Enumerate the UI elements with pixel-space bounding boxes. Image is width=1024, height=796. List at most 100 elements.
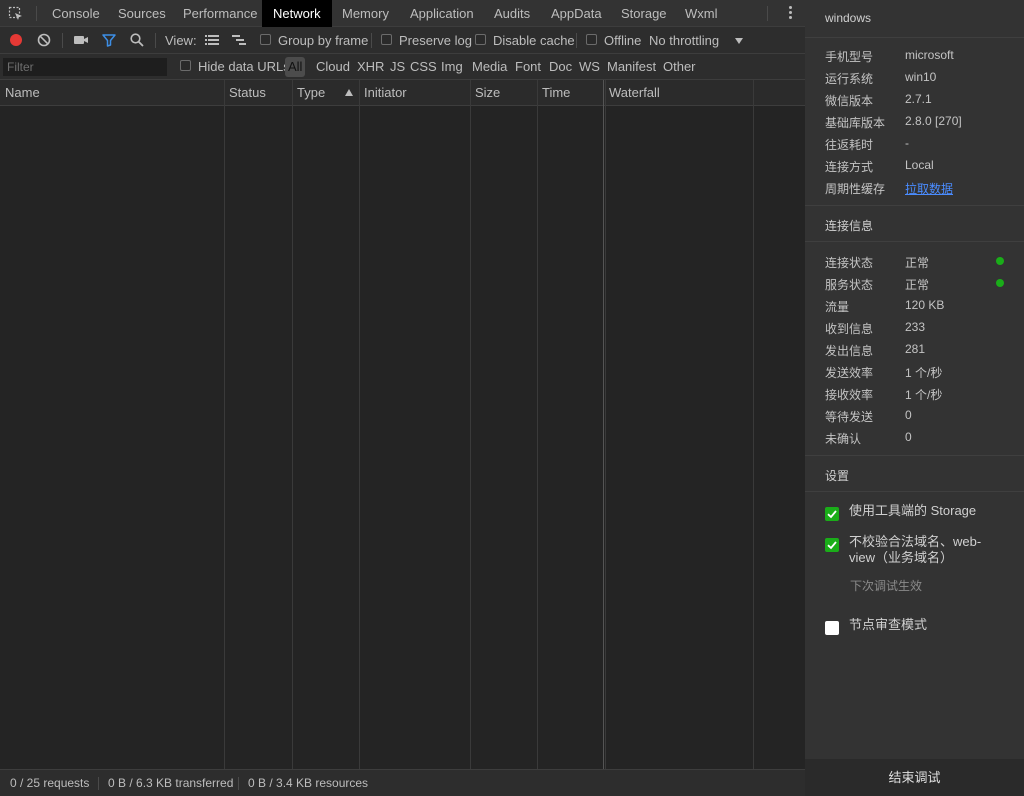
group-by-frame-label: Group by frame [278,33,369,48]
column-divider[interactable] [537,80,538,769]
transferred-size: 0 B / 6.3 KB transferred [108,776,234,790]
clear-icon[interactable] [36,32,52,48]
column-size[interactable]: Size [470,80,500,106]
tab-sources[interactable]: Sources [107,0,177,27]
disable-cache-checkbox[interactable] [475,34,486,45]
offline-label: Offline [604,33,642,48]
tab-wxml[interactable]: Wxml [674,0,729,27]
search-icon[interactable] [129,32,145,48]
tab-console[interactable]: Console [41,0,111,27]
device-info-key: 连接方式 [825,160,874,174]
filter-type-js[interactable]: JS [390,54,405,80]
device-info-key: 周期性缓存 [825,182,886,196]
device-info-key: 运行系统 [825,72,874,86]
panel-divider [805,455,1024,456]
tabbar-separator [36,6,37,21]
throttling-select[interactable]: No throttling [649,27,719,54]
group-by-frame-checkbox[interactable] [260,34,271,45]
column-divider[interactable] [292,80,293,769]
column-name[interactable]: Name [0,80,40,106]
filter-type-other[interactable]: Other [663,54,696,80]
column-divider[interactable] [603,80,604,769]
inspect-element-icon[interactable] [8,6,24,22]
offline-checkbox[interactable] [586,34,597,45]
status-ok-dot [996,257,1004,265]
screenshot-camera-icon[interactable] [73,32,89,48]
use-tool-storage-checkbox[interactable] [825,507,839,521]
filter-type-cloud[interactable]: Cloud [316,54,350,80]
conn-info-value: 233 [905,320,926,334]
filter-type-css[interactable]: CSS [410,54,437,80]
column-time[interactable]: Time [537,80,570,106]
tab-appdata[interactable]: AppData [540,0,613,27]
column-divider[interactable] [224,80,225,769]
filter-type-font[interactable]: Font [515,54,541,80]
status-ok-dot [996,279,1004,287]
column-divider[interactable] [470,80,471,769]
device-info-value: microsoft [905,48,954,62]
column-divider[interactable] [359,80,360,769]
sort-ascending-icon [345,89,353,96]
hide-data-urls-checkbox[interactable] [180,60,191,71]
chevron-down-icon[interactable] [735,38,743,44]
preserve-log-label: Preserve log [399,33,472,48]
status-separator [98,777,99,790]
tab-performance[interactable]: Performance [172,0,268,27]
filter-type-img[interactable]: Img [441,54,463,80]
filter-icon[interactable] [101,32,117,48]
network-toolbar: View: Group by frame Preserve log Disabl… [0,27,805,54]
end-debug-button[interactable]: 结束调试 [805,759,1024,796]
devtools-tabbar: Console Sources Performance Network Memo… [0,0,805,27]
view-label: View: [165,33,197,48]
skip-domain-check-label-line2: view（业务域名） [849,550,954,565]
panel-divider [805,241,1024,242]
resources-size: 0 B / 3.4 KB resources [248,776,369,790]
preserve-log-checkbox[interactable] [381,34,392,45]
filter-type-all[interactable]: All [285,57,306,77]
more-options-icon[interactable] [789,6,793,21]
column-divider[interactable] [605,80,606,769]
filter-type-doc[interactable]: Doc [549,54,572,80]
skip-domain-check-checkbox[interactable] [825,538,839,552]
conn-info-value: 281 [905,342,926,356]
conn-info-value: 正常 [905,256,930,270]
conn-info-key: 等待发送 [825,410,874,424]
column-type[interactable]: Type [292,80,325,106]
device-info-value: 2.8.0 [270] [905,114,962,128]
fetch-data-link[interactable]: 拉取数据 [905,180,953,197]
column-initiator[interactable]: Initiator [359,80,407,106]
tab-storage[interactable]: Storage [610,0,678,27]
conn-info-key: 连接状态 [825,256,874,270]
remote-debug-panel: windows 手机型号 microsoft 运行系统 win10 微信版本 2… [805,0,1024,796]
device-info-key: 微信版本 [825,94,874,108]
column-waterfall[interactable]: Waterfall [604,80,660,106]
node-review-mode-checkbox[interactable] [825,621,839,635]
use-tool-storage-label: 使用工具端的 Storage [849,503,977,518]
device-info-value: win10 [905,70,937,84]
overview-icon[interactable] [231,32,247,48]
column-status[interactable]: Status [224,80,266,106]
panel-divider [805,37,1024,38]
conn-info-value: 0 [905,430,912,444]
tab-audits[interactable]: Audits [483,0,541,27]
toolbar-separator [371,33,372,48]
filter-input[interactable] [3,58,167,76]
conn-info-key: 流量 [825,300,850,314]
tab-memory[interactable]: Memory [331,0,400,27]
effective-next-debug-hint: 下次调试生效 [850,579,923,593]
filter-type-manifest[interactable]: Manifest [607,54,656,80]
tabbar-separator-right [767,6,768,21]
large-request-rows-icon[interactable] [204,32,220,48]
panel-divider [805,205,1024,206]
tab-application[interactable]: Application [399,0,485,27]
filter-type-ws[interactable]: WS [579,54,600,80]
tab-network[interactable]: Network [262,0,332,27]
filter-type-xhr[interactable]: XHR [357,54,384,80]
skip-domain-check-label-line1: 不校验合法域名、web- [849,534,982,549]
record-icon[interactable] [8,32,24,48]
conn-info-key: 收到信息 [825,322,874,336]
conn-info-key: 服务状态 [825,278,874,292]
network-statusbar: 0 / 25 requests 0 B / 6.3 KB transferred… [0,769,805,796]
device-info-value: - [905,136,909,150]
filter-type-media[interactable]: Media [472,54,507,80]
